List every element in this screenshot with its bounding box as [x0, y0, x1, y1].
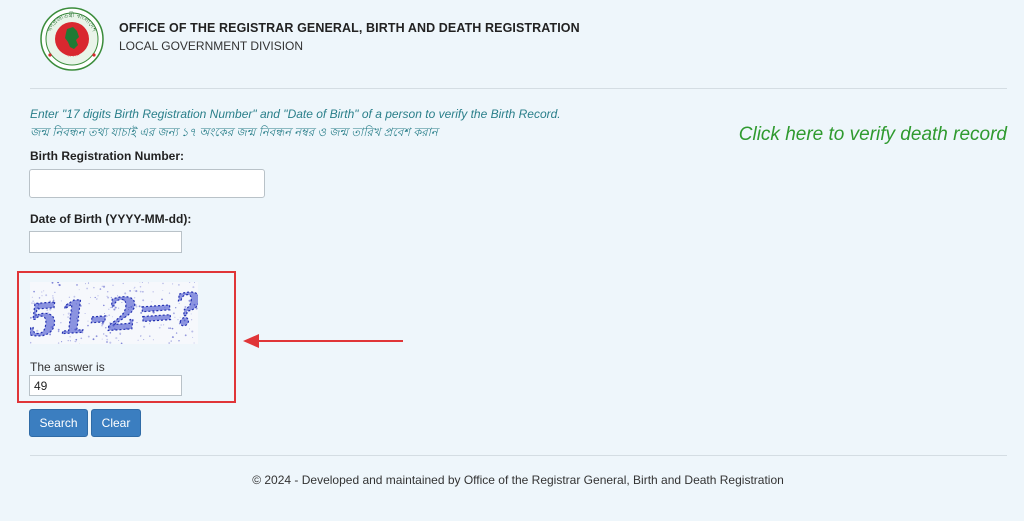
government-seal-icon: গণপ্রজাতন্ত্রী বাংলাদেশ সরকার — [40, 7, 104, 71]
date-of-birth-input[interactable] — [29, 231, 182, 253]
arrow-left-icon — [243, 334, 403, 348]
instruction-english: Enter "17 digits Birth Registration Numb… — [30, 107, 561, 121]
footer-text: © 2024 - Developed and maintained by Off… — [252, 473, 784, 487]
captcha-answer-label: The answer is — [30, 360, 105, 374]
birth-registration-number-input[interactable] — [29, 169, 265, 198]
brn-label: Birth Registration Number: — [30, 149, 185, 163]
footer-divider — [30, 455, 1007, 456]
header-divider — [30, 88, 1007, 89]
office-title: OFFICE OF THE REGISTRAR GENERAL, BIRTH A… — [119, 21, 580, 35]
verify-death-record-link[interactable]: Click here to verify death record — [739, 124, 1007, 146]
division-subtitle: LOCAL GOVERNMENT DIVISION — [119, 39, 304, 53]
captcha-image: 51-2=? — [30, 282, 198, 344]
dob-label: Date of Birth (YYYY-MM-dd): — [30, 212, 192, 226]
captcha-answer-input[interactable] — [29, 375, 182, 396]
search-button[interactable]: Search — [29, 409, 88, 437]
clear-button[interactable]: Clear — [91, 409, 141, 437]
instruction-bangla: জন্ম নিবন্ধন তথ্য যাচাই এর জন্য ১৭ অংকের… — [30, 127, 438, 139]
